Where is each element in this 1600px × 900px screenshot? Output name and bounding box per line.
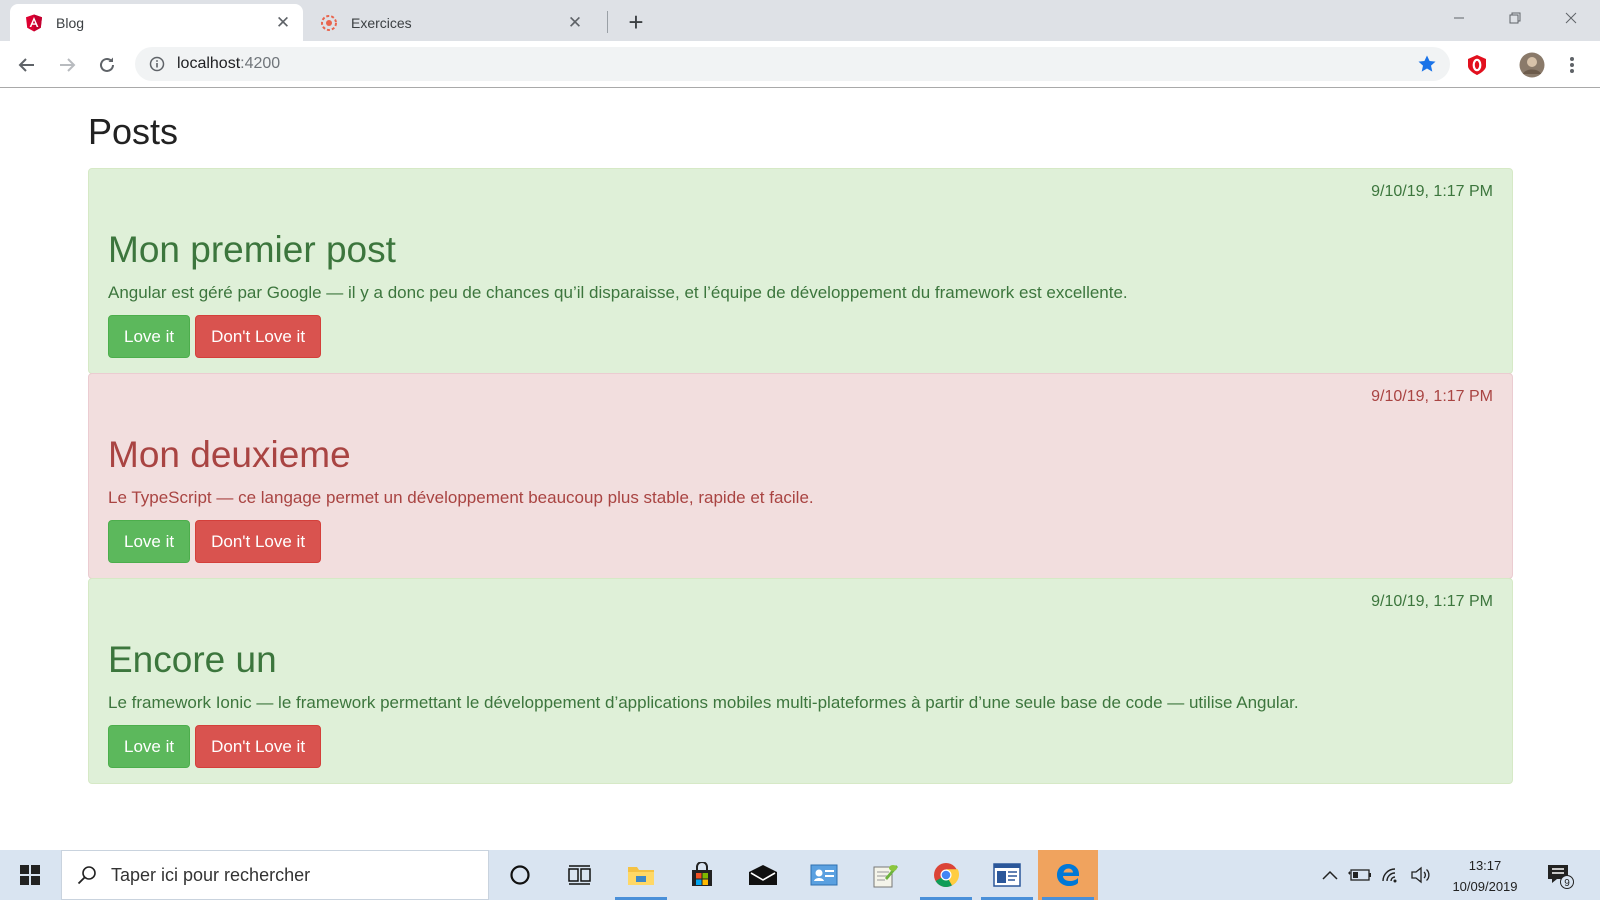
show-hidden-icons-chevron-icon[interactable]	[1318, 850, 1342, 900]
url-host: localhost	[177, 55, 241, 72]
post-title: Encore un	[108, 639, 277, 680]
windows-taskbar: Taper ici pour rechercher 13:17 10/09/20…	[0, 850, 1600, 900]
browser-toolbar: localhost:4200	[0, 41, 1600, 88]
post-title: Mon premier post	[108, 229, 396, 270]
forward-arrow-icon[interactable]	[52, 50, 82, 80]
post-date: 9/10/19, 1:17 PM	[1371, 593, 1493, 610]
browser-tab-strip: Blog ✕ Exercices ✕ +	[0, 0, 1600, 41]
tab-blog[interactable]: Blog ✕	[10, 4, 303, 41]
volume-icon[interactable]	[1408, 850, 1434, 900]
address-bar[interactable]: localhost:4200	[135, 47, 1450, 81]
search-icon	[77, 865, 97, 885]
love-it-button[interactable]: Love it	[108, 520, 191, 563]
notification-count: 9	[1564, 878, 1570, 889]
post-item: 9/10/19, 1:17 PM Mon premier post Angula…	[88, 168, 1513, 374]
new-tab-button[interactable]: +	[622, 7, 650, 37]
angular-icon	[25, 14, 43, 32]
info-icon[interactable]	[147, 54, 167, 74]
edge-icon[interactable]	[1038, 850, 1098, 900]
back-arrow-icon[interactable]	[12, 50, 42, 80]
notepad-plus-icon[interactable]	[855, 850, 915, 900]
wifi-icon[interactable]	[1378, 850, 1404, 900]
page-content: Posts 9/10/19, 1:17 PM Mon premier post …	[0, 89, 1600, 849]
post-date: 9/10/19, 1:17 PM	[1371, 388, 1493, 405]
search-placeholder: Taper ici pour rechercher	[111, 864, 311, 885]
opera-extension-icon[interactable]	[1462, 50, 1492, 80]
post-item: 9/10/19, 1:17 PM Encore un Le framework …	[88, 578, 1513, 784]
restore-icon[interactable]	[1487, 0, 1543, 36]
post-actions: Love it Don't Love it	[108, 725, 322, 768]
post-actions: Love it Don't Love it	[108, 520, 322, 563]
file-explorer-icon[interactable]	[611, 850, 671, 900]
post-content: Le TypeScript — ce langage permet un dév…	[108, 488, 814, 507]
tab-title: Blog	[56, 14, 85, 31]
post-content: Le framework Ionic — le framework permet…	[108, 693, 1299, 712]
task-view-icon[interactable]	[550, 850, 610, 900]
microsoft-store-icon[interactable]	[672, 850, 732, 900]
menu-kebab-icon[interactable]	[1557, 50, 1587, 80]
reload-icon[interactable]	[92, 50, 122, 80]
post-title: Mon deuxieme	[108, 434, 351, 475]
minimize-icon[interactable]	[1431, 0, 1487, 36]
bookmark-star-icon[interactable]	[1416, 53, 1438, 75]
love-it-button[interactable]: Love it	[108, 315, 191, 358]
post-actions: Love it Don't Love it	[108, 315, 322, 358]
chrome-icon[interactable]	[916, 850, 976, 900]
tab-exercices[interactable]: Exercices ✕	[305, 4, 595, 41]
tab-title: Exercices	[351, 14, 412, 31]
close-tab-icon[interactable]: ✕	[271, 11, 295, 35]
system-clock[interactable]: 13:17 10/09/2019	[1440, 855, 1530, 897]
post-item: 9/10/19, 1:17 PM Mon deuxieme Le TypeScr…	[88, 373, 1513, 579]
close-tab-icon[interactable]: ✕	[563, 11, 587, 35]
post-list: 9/10/19, 1:17 PM Mon premier post Angula…	[88, 168, 1513, 784]
battery-icon[interactable]	[1347, 850, 1373, 900]
page-title: Posts	[88, 111, 179, 152]
windows-start-icon[interactable]	[0, 850, 60, 900]
exercises-favicon	[320, 14, 338, 32]
tab-separator	[607, 11, 608, 33]
taskbar-search-box[interactable]: Taper ici pour rechercher	[61, 850, 489, 900]
clock-date: 10/09/2019	[1452, 879, 1518, 894]
url-port: :4200	[240, 55, 281, 72]
dont-love-it-button[interactable]: Don't Love it	[195, 315, 322, 358]
notification-center-icon[interactable]: 9	[1540, 850, 1580, 900]
app-window-icon[interactable]	[977, 850, 1037, 900]
post-content: Angular est géré par Google — il y a don…	[108, 283, 1128, 302]
dont-love-it-button[interactable]: Don't Love it	[195, 520, 322, 563]
close-window-icon[interactable]	[1543, 0, 1599, 36]
post-date: 9/10/19, 1:17 PM	[1371, 183, 1493, 200]
clock-time: 13:17	[1468, 858, 1502, 873]
contact-card-icon[interactable]	[794, 850, 854, 900]
profile-avatar[interactable]	[1517, 50, 1547, 80]
cortana-icon[interactable]	[490, 850, 550, 900]
love-it-button[interactable]: Love it	[108, 725, 191, 768]
url-text: localhost:4200	[177, 55, 280, 73]
mail-icon[interactable]	[733, 850, 793, 900]
dont-love-it-button[interactable]: Don't Love it	[195, 725, 322, 768]
